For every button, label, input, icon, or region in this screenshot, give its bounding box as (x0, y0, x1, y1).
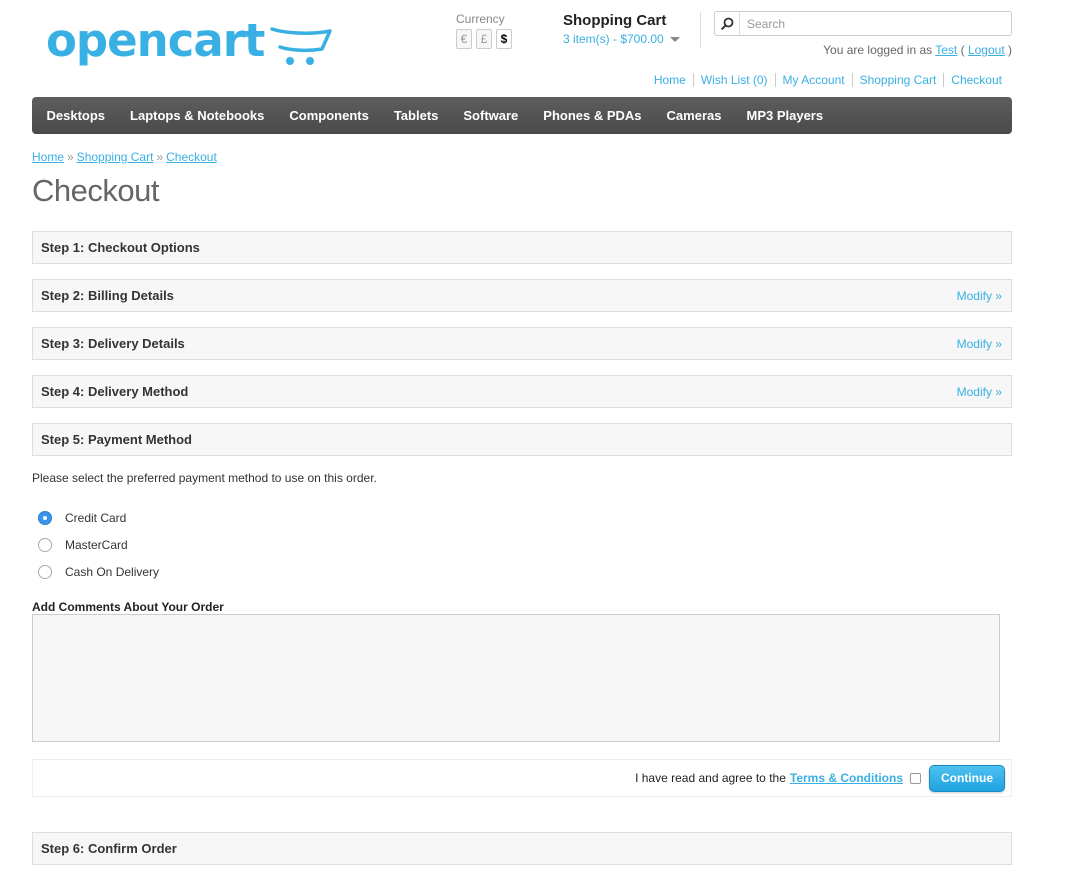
comments-textarea[interactable] (32, 614, 1000, 742)
top-link-shopping-cart[interactable]: Shopping Cart (851, 73, 944, 87)
menu-item-components[interactable]: Components (277, 108, 381, 123)
search-box (714, 11, 1012, 36)
menu-item-software[interactable]: Software (451, 108, 531, 123)
header-cart[interactable]: Shopping Cart 3 item(s) - $700.00 (563, 12, 701, 48)
cart-logo-icon (270, 27, 333, 65)
currency-pound-button[interactable]: £ (476, 29, 492, 49)
account-username-link[interactable]: Test (935, 43, 957, 57)
step-title: Step 6: Confirm Order (41, 841, 177, 856)
modify-billing-link[interactable]: Modify » (957, 289, 1002, 303)
step-delivery-method[interactable]: Step 4: Delivery Method Modify » (32, 375, 1012, 408)
mastercard-radio[interactable] (38, 538, 52, 552)
top-link-checkout[interactable]: Checkout (943, 73, 1002, 87)
breadcrumb-shopping-cart[interactable]: Shopping Cart (77, 150, 154, 164)
top-link-my-account[interactable]: My Account (774, 73, 852, 87)
currency-switcher: Currency € £ $ (456, 12, 516, 49)
step-delivery-details[interactable]: Step 3: Delivery Details Modify » (32, 327, 1012, 360)
payment-option-label: MasterCard (65, 538, 128, 552)
menu-item-tablets[interactable]: Tablets (381, 108, 451, 123)
step-title: Step 5: Payment Method (41, 432, 192, 447)
top-link-home[interactable]: Home (647, 73, 693, 87)
step-checkout-options[interactable]: Step 1: Checkout Options (32, 231, 1012, 264)
login-status: You are logged in as Test ( Logout ) (823, 43, 1012, 57)
cart-summary[interactable]: 3 item(s) - $700.00 (563, 32, 680, 46)
paren-close: ) (1008, 43, 1012, 57)
breadcrumb: Home» Shopping Cart» Checkout (32, 150, 217, 164)
currency-label: Currency (456, 12, 505, 26)
terms-conditions-link[interactable]: Terms & Conditions (790, 771, 903, 785)
step-title: Step 1: Checkout Options (41, 240, 200, 255)
logo-text: opencart (46, 14, 265, 67)
payment-option-label: Cash On Delivery (65, 565, 160, 579)
payment-option-label: Credit Card (65, 511, 127, 525)
payment-option-mastercard[interactable]: MasterCard (38, 538, 128, 552)
menu-item-desktops[interactable]: Desktops (34, 108, 118, 123)
top-links: Home Wish List (0) My Account Shopping C… (647, 73, 1002, 87)
cart-summary-text: 3 item(s) - $700.00 (563, 32, 664, 46)
search-input[interactable] (740, 15, 1000, 32)
page-title: Checkout (32, 173, 159, 208)
step-title: Step 4: Delivery Method (41, 384, 189, 399)
continue-button[interactable]: Continue (929, 764, 1005, 792)
credit-card-radio[interactable] (38, 511, 52, 525)
step-title: Step 3: Delivery Details (41, 336, 185, 351)
step-confirm-order[interactable]: Step 6: Confirm Order (32, 832, 1012, 865)
agree-checkbox[interactable] (910, 772, 921, 784)
main-menu: Desktops Laptops & Notebooks Components … (32, 97, 1012, 134)
payment-option-credit-card[interactable]: Credit Card (38, 511, 126, 525)
opencart-logo[interactable]: opencart (46, 14, 333, 67)
cash-on-delivery-radio[interactable] (38, 565, 52, 579)
menu-item-mp3-players[interactable]: MP3 Players (734, 108, 836, 123)
cart-title: Shopping Cart (563, 12, 667, 29)
breadcrumb-home[interactable]: Home (32, 150, 64, 164)
comments-label: Add Comments About Your Order (32, 600, 224, 614)
logout-link[interactable]: Logout (968, 43, 1005, 57)
paren-open: ( (960, 43, 965, 57)
modify-delivery-details-link[interactable]: Modify » (957, 337, 1002, 351)
breadcrumb-separator: » (156, 150, 164, 164)
currency-dollar-button[interactable]: $ (496, 29, 512, 49)
payment-description: Please select the preferred payment meth… (32, 471, 377, 485)
agree-text: I have read and agree to the (635, 771, 786, 785)
menu-item-phones[interactable]: Phones & PDAs (531, 108, 654, 123)
top-link-wishlist[interactable]: Wish List (0) (692, 73, 775, 87)
search-icon[interactable] (715, 12, 740, 35)
terms-agreement-bar: I have read and agree to the Terms & Con… (32, 759, 1012, 797)
menu-item-cameras[interactable]: Cameras (654, 108, 734, 123)
payment-option-cash-on-delivery[interactable]: Cash On Delivery (38, 565, 159, 579)
menu-item-laptops[interactable]: Laptops & Notebooks (118, 108, 277, 123)
breadcrumb-separator: » (67, 150, 74, 164)
step-title: Step 2: Billing Details (41, 288, 174, 303)
caret-down-icon (669, 37, 680, 43)
currency-euro-button[interactable]: € (456, 29, 472, 49)
modify-delivery-method-link[interactable]: Modify » (957, 385, 1002, 399)
breadcrumb-checkout[interactable]: Checkout (166, 150, 217, 164)
step-billing-details[interactable]: Step 2: Billing Details Modify » (32, 279, 1012, 312)
login-prefix: You are logged in as (823, 43, 933, 57)
step-payment-method[interactable]: Step 5: Payment Method (32, 423, 1012, 456)
